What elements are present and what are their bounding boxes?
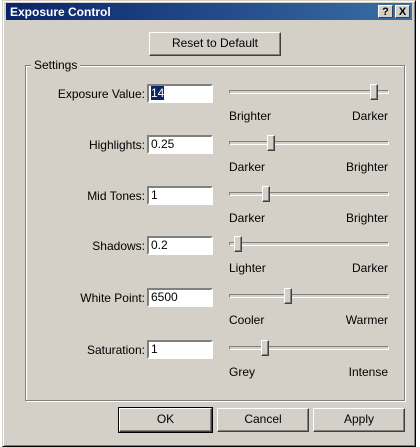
shadows-high-label: Darker — [351, 261, 388, 275]
exposure-control-dialog: Exposure Control ? X Reset to Default Se… — [2, 0, 416, 447]
saturation-input[interactable]: 1 — [147, 340, 213, 359]
shadows-input[interactable]: 0.2 — [147, 236, 213, 255]
exposure-value-input-value: 14 — [151, 86, 165, 100]
highlights-low-label: Darker — [229, 160, 266, 174]
reset-to-default-button[interactable]: Reset to Default — [149, 32, 281, 56]
setting-row-highlights: Highlights: 0.25 Darker Brighter — [3, 132, 417, 180]
setting-row-shadows: Shadows: 0.2 Lighter Darker — [3, 233, 417, 281]
ok-button[interactable]: OK — [118, 407, 213, 433]
exposure-value-slider-thumb[interactable] — [370, 84, 379, 100]
mid-tones-input[interactable]: 1 — [147, 186, 213, 205]
setting-row-white-point: White Point: 6500 Cooler Warmer — [3, 285, 417, 333]
highlights-high-label: Brighter — [345, 160, 388, 174]
setting-row-exposure-value: Exposure Value: 14 Brighter Darker — [3, 81, 417, 129]
white-point-input[interactable]: 6500 — [147, 288, 213, 307]
close-icon[interactable]: X — [395, 5, 410, 18]
white-point-slider-thumb[interactable] — [283, 288, 292, 304]
mid-tones-low-label: Darker — [229, 211, 266, 225]
saturation-slider-thumb[interactable] — [260, 340, 269, 356]
saturation-high-label: Intense — [348, 365, 388, 379]
setting-row-saturation: Saturation: 1 Grey Intense — [3, 337, 417, 385]
saturation-low-label: Grey — [229, 365, 256, 379]
shadows-slider-thumb[interactable] — [233, 236, 242, 252]
shadows-input-value: 0.2 — [151, 238, 168, 252]
saturation-slider-track[interactable] — [229, 346, 389, 350]
mid-tones-input-value: 1 — [151, 188, 158, 202]
mid-tones-high-label: Brighter — [345, 211, 388, 225]
help-icon[interactable]: ? — [378, 5, 393, 18]
exposure-value-label: Exposure Value: — [57, 87, 145, 101]
white-point-label: White Point: — [80, 291, 145, 305]
white-point-slider-track[interactable] — [229, 294, 389, 298]
mid-tones-slider-thumb[interactable] — [262, 186, 271, 202]
apply-button[interactable]: Apply — [313, 408, 405, 432]
saturation-label: Saturation: — [86, 343, 145, 357]
cancel-button[interactable]: Cancel — [217, 408, 309, 432]
mid-tones-label: Mid Tones: — [87, 189, 145, 203]
white-point-high-label: Warmer — [345, 313, 388, 327]
shadows-slider-track[interactable] — [229, 242, 389, 246]
title-bar[interactable]: Exposure Control ? X — [6, 3, 412, 20]
highlights-slider-track[interactable] — [229, 141, 389, 145]
saturation-input-value: 1 — [151, 342, 158, 356]
window-title: Exposure Control — [10, 5, 111, 19]
highlights-input[interactable]: 0.25 — [147, 135, 213, 154]
white-point-low-label: Cooler — [229, 313, 265, 327]
exposure-value-high-label: Darker — [351, 109, 388, 123]
exposure-value-low-label: Brighter — [229, 109, 272, 123]
highlights-input-value: 0.25 — [151, 137, 175, 151]
highlights-slider-thumb[interactable] — [267, 135, 275, 151]
highlights-label: Highlights: — [88, 138, 145, 152]
mid-tones-slider-track[interactable] — [229, 192, 389, 196]
settings-group-label: Settings — [31, 58, 81, 72]
exposure-value-input[interactable]: 14 — [147, 84, 213, 103]
white-point-input-value: 6500 — [151, 290, 178, 304]
shadows-low-label: Lighter — [229, 261, 266, 275]
shadows-label: Shadows: — [92, 239, 145, 253]
setting-row-mid-tones: Mid Tones: 1 Darker Brighter — [3, 183, 417, 231]
exposure-value-slider-track[interactable] — [229, 90, 389, 94]
